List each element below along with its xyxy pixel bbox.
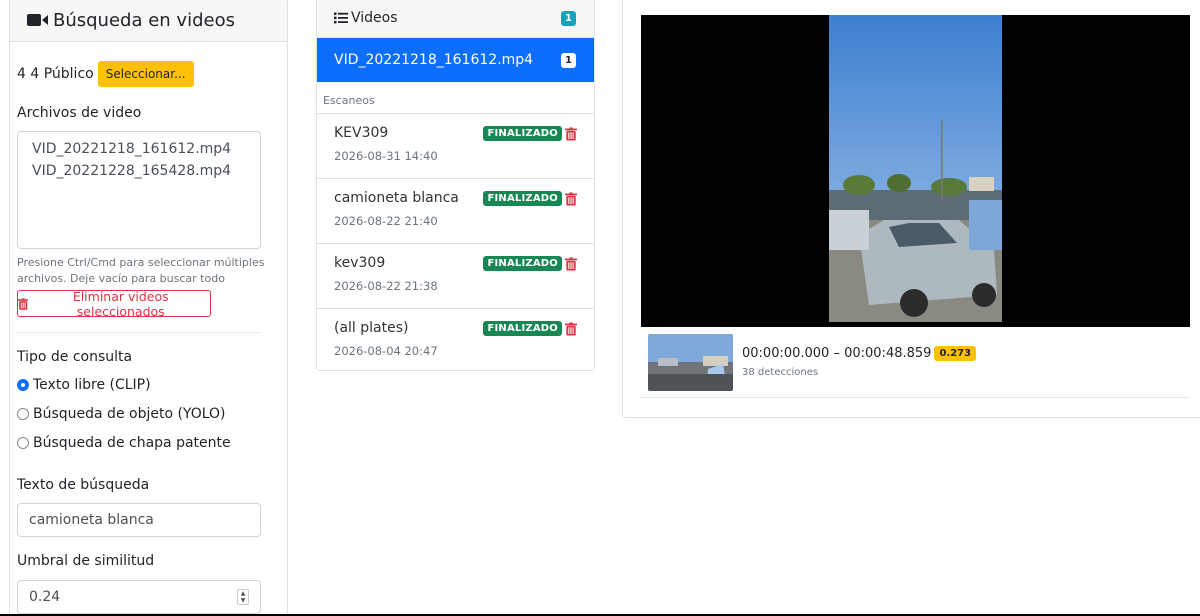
files-help-text: Presione Ctrl/Cmd para seleccionar múlti…: [17, 256, 265, 285]
number-spinner[interactable]: ▲ ▼: [237, 589, 249, 605]
radio-label: Búsqueda de chapa patente: [33, 435, 231, 451]
trash-icon: [18, 297, 29, 310]
videos-list-header: Videos 1: [317, 0, 594, 38]
result-thumbnail[interactable]: [648, 334, 733, 391]
detections-count: 38 detecciones: [742, 367, 819, 378]
video-count-badge: 1: [561, 52, 576, 68]
scan-date: 2026-08-22 21:38: [334, 279, 438, 293]
radio-label: Texto libre (CLIP): [33, 377, 151, 393]
trash-icon[interactable]: [565, 126, 577, 141]
radio-plate[interactable]: Búsqueda de chapa patente: [17, 435, 231, 451]
status-badge: FINALIZADO: [483, 256, 562, 271]
files-label: Archivos de video: [17, 105, 142, 121]
result-time-range: 00:00:00.000 – 00:00:48.859: [742, 346, 932, 361]
trash-icon[interactable]: [565, 256, 577, 271]
trash-icon[interactable]: [565, 321, 577, 336]
scan-date: 2026-08-04 20:47: [334, 344, 438, 358]
threshold-value: 0.24: [29, 589, 61, 605]
scan-item[interactable]: kev309 2026-08-22 21:38 FINALIZADO: [317, 244, 594, 309]
video-item-active[interactable]: VID_20221218_161612.mp4 1: [317, 38, 594, 82]
file-option[interactable]: VID_20221218_161612.mp4: [32, 138, 246, 160]
owner-text: 4 4 Público: [17, 66, 94, 82]
search-text-input[interactable]: camioneta blanca: [17, 503, 261, 537]
query-type-label: Tipo de consulta: [17, 349, 133, 365]
files-multiselect[interactable]: VID_20221218_161612.mp4 VID_20221228_165…: [17, 131, 261, 249]
radio-clip[interactable]: Texto libre (CLIP): [17, 377, 151, 393]
trash-icon[interactable]: [565, 191, 577, 206]
divider: [17, 332, 261, 333]
videos-title: Videos: [351, 10, 398, 26]
video-frame: [829, 15, 1002, 322]
score-badge: 0.273: [934, 346, 977, 361]
video-player[interactable]: [641, 15, 1190, 327]
result-time-row: 00:00:00.000 – 00:00:48.859 0.273: [742, 346, 977, 361]
select-owner-button[interactable]: Seleccionar...: [97, 61, 194, 87]
result-item[interactable]: 00:00:00.000 – 00:00:48.859 0.273 38 det…: [641, 330, 1190, 398]
radio-button-checked[interactable]: [17, 379, 29, 391]
scan-date: 2026-08-22 21:40: [334, 214, 438, 228]
radio-button[interactable]: [17, 408, 29, 420]
threshold-input[interactable]: 0.24 ▲ ▼: [17, 580, 261, 614]
scan-item[interactable]: KEV309 2026-08-31 14:40 FINALIZADO: [317, 114, 594, 179]
delete-videos-button[interactable]: Eliminar videos seleccionados: [17, 288, 211, 319]
threshold-label: Umbral de similitud: [17, 553, 155, 569]
status-badge: FINALIZADO: [483, 321, 562, 336]
delete-videos-label: Eliminar videos seleccionados: [72, 288, 169, 319]
search-text-value: camioneta blanca: [29, 512, 154, 528]
panel-title: Búsqueda en videos: [53, 9, 235, 31]
video-name: VID_20221218_161612.mp4: [334, 52, 534, 68]
scan-item[interactable]: (all plates) 2026-08-04 20:47 FINALIZADO: [317, 309, 594, 370]
videos-list: Videos 1 VID_20221218_161612.mp4 1 Escan…: [316, 0, 595, 371]
list-icon: [334, 12, 348, 24]
scan-date: 2026-08-31 14:40: [334, 149, 438, 163]
search-text-label: Texto de búsqueda: [17, 477, 150, 493]
status-badge: FINALIZADO: [483, 191, 562, 206]
radio-yolo[interactable]: Búsqueda de objeto (YOLO): [17, 406, 226, 422]
owner-row: 4 4 Público Seleccionar...: [17, 61, 194, 87]
file-option[interactable]: VID_20221228_165428.mp4: [32, 160, 246, 182]
scans-label: Escaneos: [317, 82, 594, 114]
scan-item[interactable]: camioneta blanca 2026-08-22 21:40 FINALI…: [317, 179, 594, 244]
videos-count-badge: 1: [561, 10, 576, 26]
radio-button[interactable]: [17, 437, 29, 449]
search-panel-header: Búsqueda en videos: [10, 0, 287, 42]
status-badge: FINALIZADO: [483, 126, 562, 141]
radio-label: Búsqueda de objeto (YOLO): [33, 406, 226, 422]
video-camera-icon: [27, 14, 48, 26]
